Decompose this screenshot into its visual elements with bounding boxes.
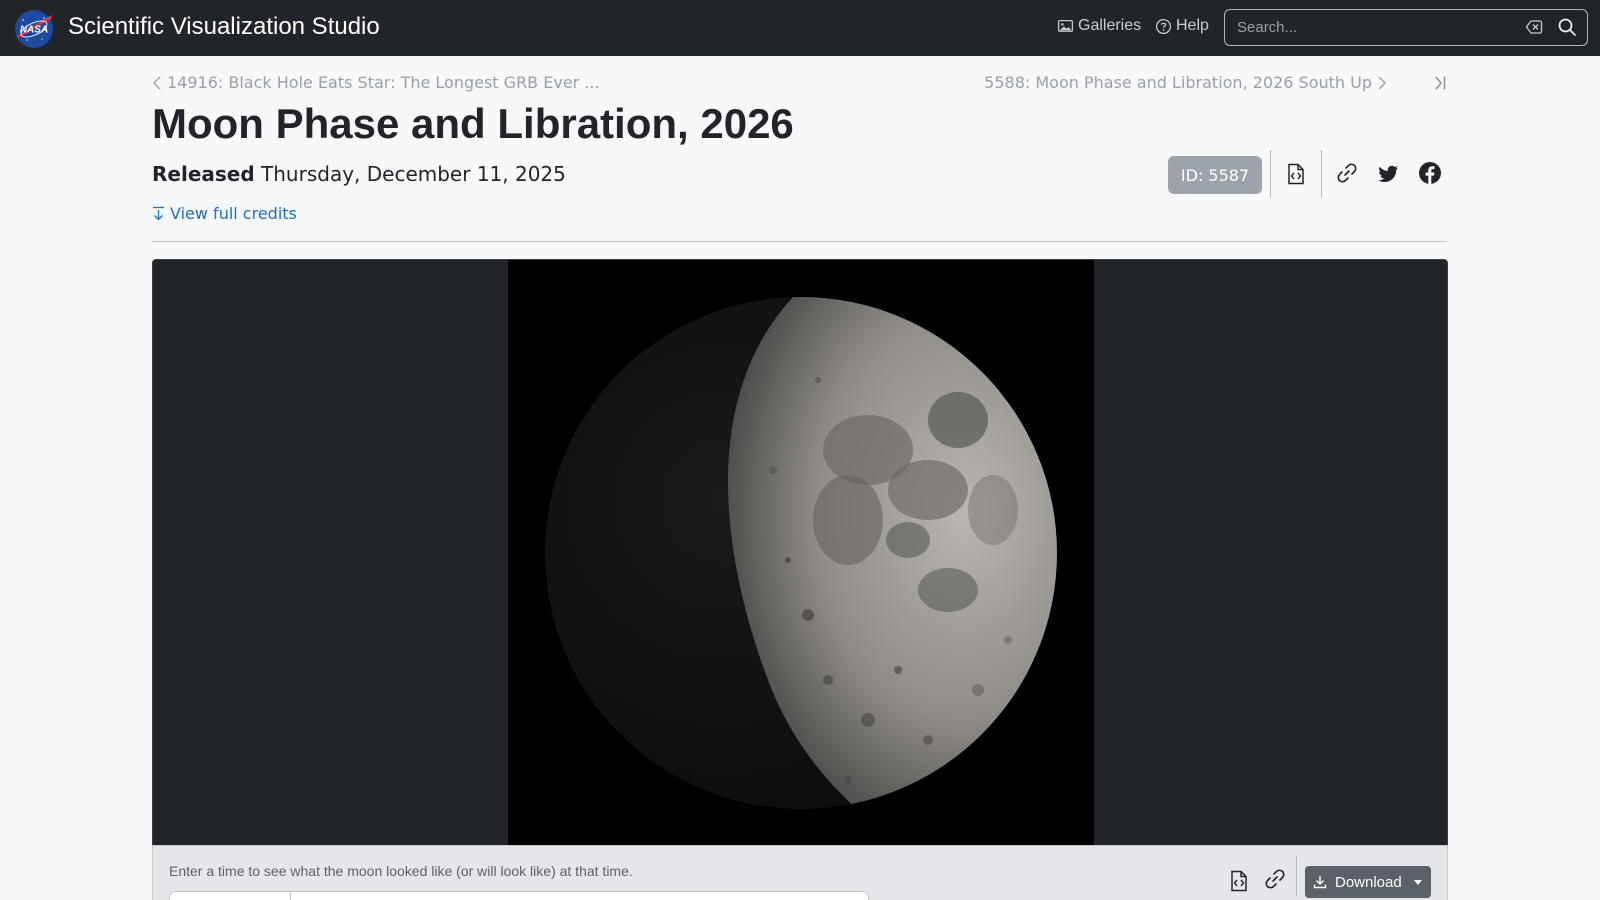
chevron-left-icon <box>153 76 161 89</box>
next-visualization-link[interactable]: 5588: Moon Phase and Libration, 2026 Sou… <box>984 73 1388 92</box>
embed-code-icon[interactable] <box>1227 869 1251 893</box>
help-icon <box>1155 18 1172 34</box>
media-panel <box>152 259 1448 849</box>
separator <box>1270 150 1271 198</box>
nav-help-link[interactable]: Help <box>1155 17 1209 35</box>
separator <box>1321 150 1322 198</box>
release-date: Thursday, December 11, 2025 <box>261 162 566 186</box>
moon-image[interactable] <box>508 260 1094 846</box>
previous-visualization-label: 14916: Black Hole Eats Star: The Longest… <box>167 73 600 92</box>
search-box <box>1224 9 1588 46</box>
separator <box>1296 856 1297 896</box>
facebook-icon[interactable] <box>1418 161 1442 185</box>
clear-search-icon[interactable] <box>1525 18 1543 36</box>
twitter-icon[interactable] <box>1376 162 1400 186</box>
view-credits-link[interactable]: View full credits <box>152 204 297 223</box>
download-icon <box>1313 876 1327 889</box>
download-button[interactable]: Download <box>1305 866 1431 898</box>
view-credits-label: View full credits <box>170 204 297 223</box>
next-visualization-label: 5588: Moon Phase and Libration, 2026 Sou… <box>984 73 1372 92</box>
chevron-right-icon <box>1378 76 1386 89</box>
previous-visualization-link[interactable]: 14916: Black Hole Eats Star: The Longest… <box>151 73 600 92</box>
release-info: Released Thursday, December 11, 2025 <box>152 162 566 186</box>
site-title[interactable]: Scientific Visualization Studio <box>68 13 380 41</box>
search-icon[interactable] <box>1557 17 1577 37</box>
nav-help-label: Help <box>1176 17 1209 34</box>
nav-galleries-label: Galleries <box>1078 17 1142 34</box>
input-group-divider <box>290 892 291 900</box>
search-input[interactable] <box>1237 10 1517 44</box>
arrow-down-to-line-icon <box>153 206 164 221</box>
released-label: Released <box>152 162 255 186</box>
top-navbar: NASA Scientific Visualization Studio Gal… <box>0 0 1600 56</box>
id-badge: ID: 5587 <box>1168 156 1262 194</box>
nasa-logo[interactable]: NASA <box>14 9 54 49</box>
embed-code-icon[interactable] <box>1284 162 1308 186</box>
nasa-logo-text: NASA <box>20 25 48 36</box>
gallery-icon <box>1057 19 1074 32</box>
download-label: Download <box>1335 873 1402 891</box>
media-controls-bar: Enter a time to see what the moon looked… <box>152 845 1448 900</box>
link-icon[interactable] <box>1263 867 1287 891</box>
caret-down-icon <box>1413 879 1422 885</box>
nav-galleries-link[interactable]: Galleries <box>1057 17 1141 35</box>
last-visualization-icon[interactable] <box>1433 74 1447 92</box>
time-input-group[interactable] <box>169 891 869 900</box>
link-icon[interactable] <box>1335 161 1359 185</box>
moon-illustration <box>545 297 1057 809</box>
header-divider <box>152 241 1447 242</box>
page-title: Moon Phase and Libration, 2026 <box>152 100 794 147</box>
time-hint-text: Enter a time to see what the moon looked… <box>169 863 633 879</box>
